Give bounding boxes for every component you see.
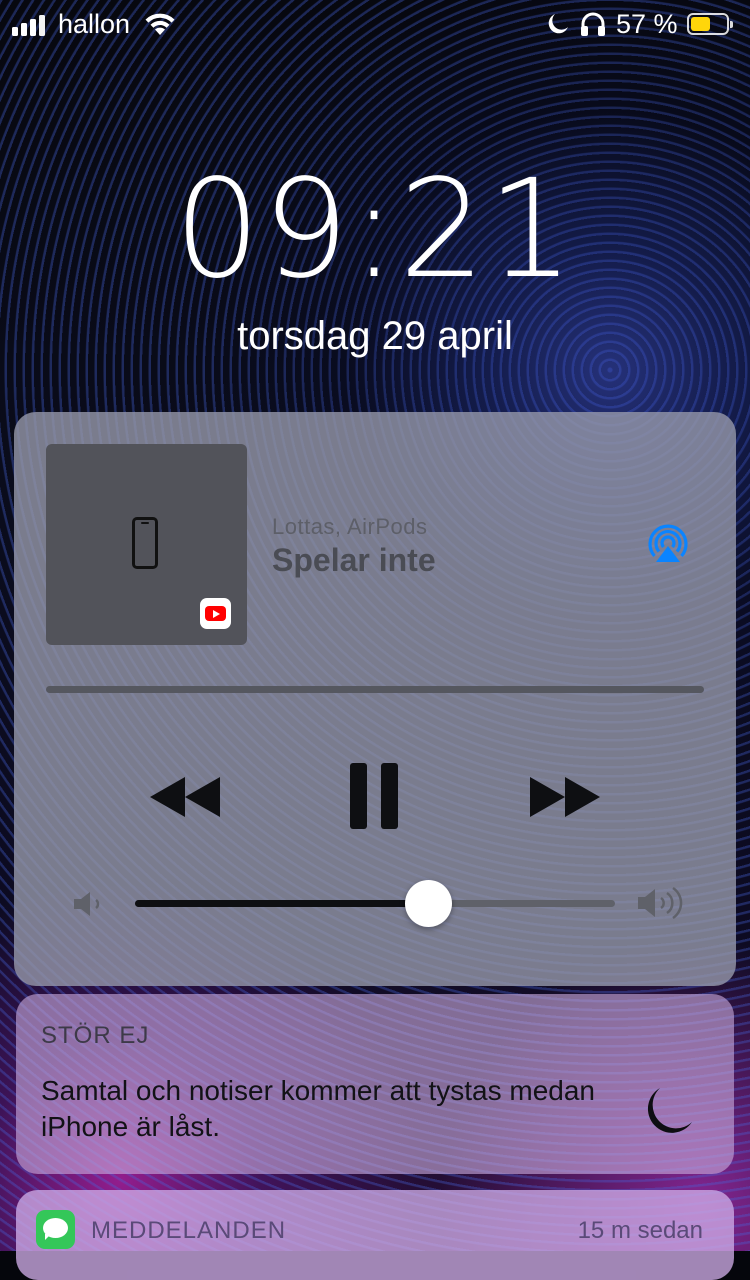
volume-low-icon [74, 892, 100, 916]
youtube-icon [200, 598, 231, 629]
dnd-message: Samtal och notiser kommer att tystas med… [41, 1075, 595, 1142]
status-bar: hallon 57 % [0, 0, 750, 50]
lock-screen-date: torsdag 29 april [237, 314, 513, 358]
volume-fill [135, 900, 428, 907]
volume-slider[interactable] [135, 880, 615, 927]
wifi-icon [145, 13, 175, 35]
airplay-icon[interactable] [644, 522, 692, 566]
volume-high-icon [638, 886, 683, 920]
output-route: Lottas, AirPods [272, 514, 428, 539]
do-not-disturb-icon [548, 14, 568, 34]
album-artwork[interactable] [46, 444, 247, 645]
dnd-title: STÖR EJ [41, 1022, 150, 1049]
now-playing-widget: Lottas, AirPods Spelar inte [14, 412, 736, 986]
rewind-icon[interactable] [150, 777, 220, 817]
track-title: Spelar inte [272, 542, 436, 578]
signal-icon [12, 14, 48, 36]
do-not-disturb-card[interactable]: STÖR EJ Samtal och notiser kommer att ty… [16, 994, 734, 1174]
playback-scrubber[interactable] [46, 686, 704, 693]
messages-notification[interactable]: MEDDELANDEN 15 m sedan [16, 1190, 734, 1280]
headphones-icon [581, 12, 605, 36]
phone-icon [132, 517, 158, 569]
battery-icon [687, 13, 733, 35]
battery-fill [691, 17, 710, 31]
battery-percent: 57 % [616, 9, 678, 39]
carrier-name: hallon [58, 9, 131, 39]
volume-knob[interactable] [404, 880, 452, 927]
lock-screen-time: 09:21 [174, 151, 576, 309]
notification-app-name: MEDDELANDEN [91, 1217, 287, 1244]
pause-icon[interactable] [350, 763, 400, 829]
fast-forward-icon[interactable] [530, 777, 600, 817]
moon-icon [647, 1088, 692, 1133]
messages-icon [36, 1210, 75, 1249]
notification-time: 15 m sedan [577, 1217, 703, 1244]
